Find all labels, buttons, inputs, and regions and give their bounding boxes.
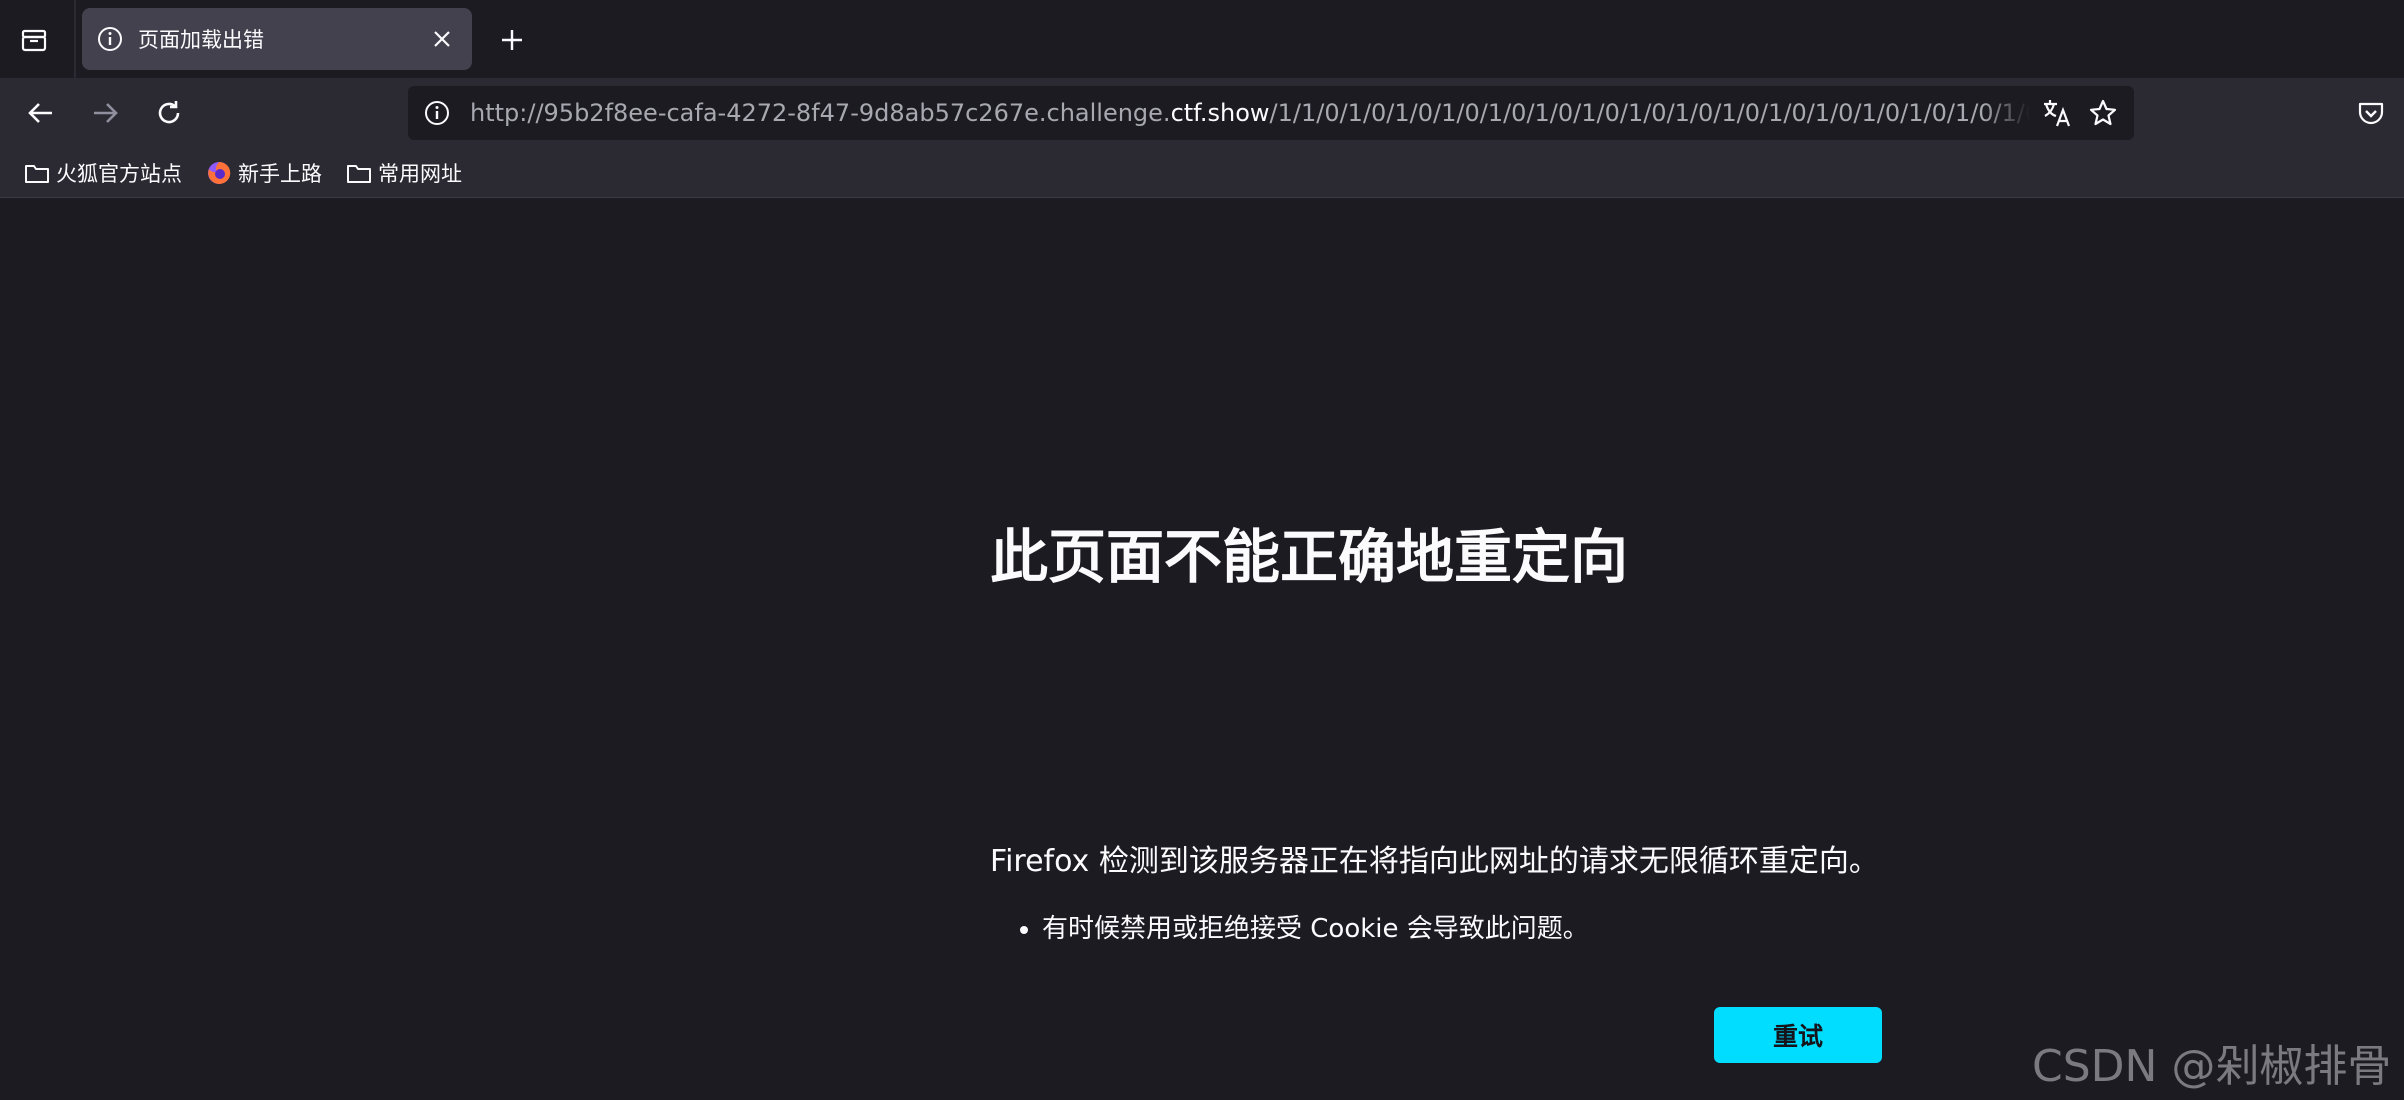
url-prefix: http://95b2f8ee-cafa-4272-8f47-9d8ab57c2… [470, 99, 1171, 127]
retry-button[interactable]: 重试 [1714, 1007, 1882, 1063]
tab-list-icon [21, 29, 47, 52]
reload-icon [158, 101, 180, 124]
error-hint: 有时候禁用或拒绝接受 Cookie 会导致此问题。 [1042, 908, 1589, 945]
bookmark-folder-common[interactable]: 常用网址 [344, 158, 462, 188]
arrow-left-icon [28, 103, 52, 123]
url-host: ctf.show [1170, 99, 1270, 127]
firefox-icon [204, 158, 234, 188]
bookmark-label: 常用网址 [378, 161, 462, 186]
tab-bar: 页面加载出错 [0, 0, 2404, 78]
reload-button[interactable] [148, 92, 190, 134]
nav-bar: http://95b2f8ee-cafa-4272-8f47-9d8ab57c2… [0, 78, 2404, 148]
tab-active[interactable]: 页面加载出错 [82, 8, 472, 70]
translate-button[interactable] [2040, 96, 2074, 130]
bookmark-label: 火狐官方站点 [56, 161, 182, 186]
bookmark-folder-official[interactable]: 火狐官方站点 [22, 158, 182, 188]
forward-button[interactable] [84, 92, 126, 134]
new-tab-button[interactable] [492, 20, 532, 60]
url-path: /1/1/0/1/0/1/0/1/0/1/0/1/0/1/0/1/0/1/0/1… [1269, 99, 2030, 127]
error-title: 此页面不能正确地重定向 [990, 523, 1629, 591]
watermark: CSDN @剁椒排骨 [2032, 1041, 2392, 1092]
tab-list-button[interactable] [14, 20, 54, 60]
bookmark-star-button[interactable] [2086, 96, 2120, 130]
back-button[interactable] [20, 92, 62, 134]
arrow-right-icon [94, 103, 118, 123]
error-description: Firefox 检测到该服务器正在将指向此网址的请求无限循环重定向。 [990, 844, 1879, 879]
error-hints: 有时候禁用或拒绝接受 Cookie 会导致此问题。 [1018, 908, 1589, 945]
url-bar[interactable]: http://95b2f8ee-cafa-4272-8f47-9d8ab57c2… [408, 86, 2134, 140]
tab-title: 页面加载出错 [138, 28, 264, 52]
close-icon [434, 31, 450, 47]
bookmark-getting-started[interactable]: 新手上路 [204, 158, 322, 188]
bookmarks-toolbar: 火狐官方站点 新手上路 常用网址 [0, 148, 2404, 198]
folder-icon [344, 158, 374, 188]
close-tab-button[interactable] [426, 23, 458, 55]
url-text[interactable]: http://95b2f8ee-cafa-4272-8f47-9d8ab57c2… [470, 99, 2030, 127]
bookmark-label: 新手上路 [238, 161, 322, 186]
star-icon [2089, 99, 2117, 126]
tab-separator [74, 0, 76, 78]
pocket-icon [2358, 102, 2384, 125]
translate-icon [2044, 100, 2071, 127]
site-info-icon[interactable] [422, 98, 452, 128]
plus-icon [502, 30, 522, 50]
folder-icon [22, 158, 52, 188]
pocket-button[interactable] [2352, 94, 2390, 132]
info-icon [96, 25, 124, 53]
page-content [0, 199, 2404, 1100]
